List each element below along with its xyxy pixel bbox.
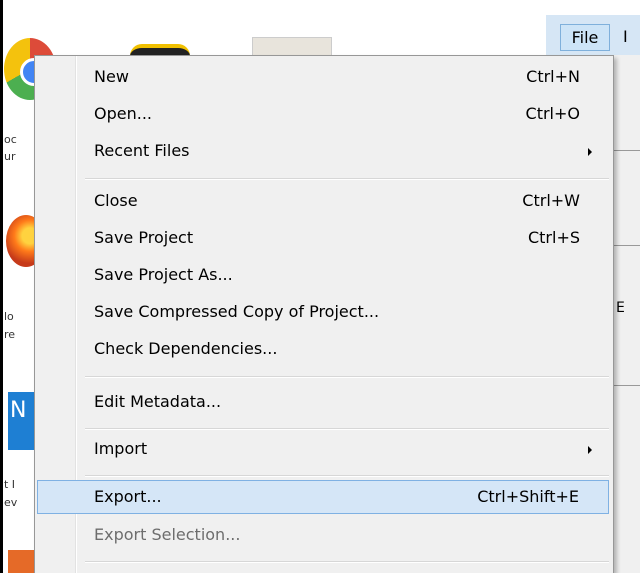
menu-item-label: Recent Files (94, 141, 190, 160)
menu-item-new[interactable]: New Ctrl+N (37, 61, 609, 95)
desktop-blue-app-icon[interactable]: N (8, 392, 36, 450)
menu-item-shortcut: Ctrl+S (527, 228, 580, 247)
desktop-icon-label: ur (4, 150, 16, 163)
desktop-icon-label: ev (4, 496, 18, 509)
menu-item-label: Save Project As... (94, 265, 233, 284)
menu-separator (85, 428, 609, 430)
menu-item-export-selection[interactable]: Export Selection... (37, 519, 609, 553)
menu-item-label: Import (94, 439, 148, 458)
desktop-icon-label: oc (4, 133, 17, 146)
menu-separator (85, 376, 609, 378)
menu-item-label: New (94, 67, 129, 86)
menu-item-label: Edit Metadata... (94, 392, 222, 411)
menu-item-label: Save Project (94, 228, 194, 247)
menu-item-label: Export... (94, 487, 162, 506)
file-menu: New Ctrl+N Open... Ctrl+O Recent Files C… (34, 55, 614, 573)
desktop-photo-icon[interactable] (252, 37, 332, 57)
menu-item-import[interactable]: Import (37, 433, 609, 467)
desktop-icon-label: lo (4, 310, 14, 323)
menu-item-export[interactable]: Export... Ctrl+Shift+E (37, 480, 609, 514)
app-fragment-text: E (616, 300, 625, 316)
menu-item-save-compressed-copy[interactable]: Save Compressed Copy of Project... (37, 296, 609, 330)
submenu-arrow-icon (588, 446, 592, 454)
menu-item-shortcut: Ctrl+W (522, 191, 580, 210)
menu-separator (85, 178, 609, 180)
menu-item-label: Check Dependencies... (94, 339, 278, 358)
menu-item-shortcut: Ctrl+N (526, 67, 580, 86)
menu-item-label: Export Selection... (94, 525, 241, 544)
desktop-orange-app-icon[interactable] (8, 550, 36, 573)
app-divider (612, 385, 640, 386)
menu-item-shortcut: Ctrl+O (525, 104, 580, 123)
menu-item-shortcut: Ctrl+Shift+E (477, 487, 579, 506)
app-divider (612, 245, 640, 246)
submenu-arrow-icon (588, 148, 592, 156)
menu-item-save-project-as[interactable]: Save Project As... (37, 259, 609, 293)
app-divider (612, 150, 640, 151)
desktop-icon-label: t I (4, 478, 16, 491)
menu-item-open[interactable]: Open... Ctrl+O (37, 98, 609, 132)
menu-item-edit-metadata[interactable]: Edit Metadata... (37, 386, 609, 420)
menu-item-recent-files[interactable]: Recent Files (37, 135, 609, 169)
menu-item-label: Close (94, 191, 138, 210)
menubar-file[interactable]: File (560, 24, 610, 51)
desktop-icon-label: re (4, 328, 16, 341)
menu-item-label: Save Compressed Copy of Project... (94, 302, 380, 321)
menu-separator (85, 561, 609, 563)
menu-separator (85, 475, 609, 477)
menu-item-close[interactable]: Close Ctrl+W (37, 185, 609, 219)
menu-item-save-project[interactable]: Save Project Ctrl+S (37, 222, 609, 256)
menubar-next-item[interactable]: I (623, 27, 628, 46)
window-border (0, 0, 3, 573)
menu-item-label: Open... (94, 104, 152, 123)
menu-item-check-dependencies[interactable]: Check Dependencies... (37, 333, 609, 367)
